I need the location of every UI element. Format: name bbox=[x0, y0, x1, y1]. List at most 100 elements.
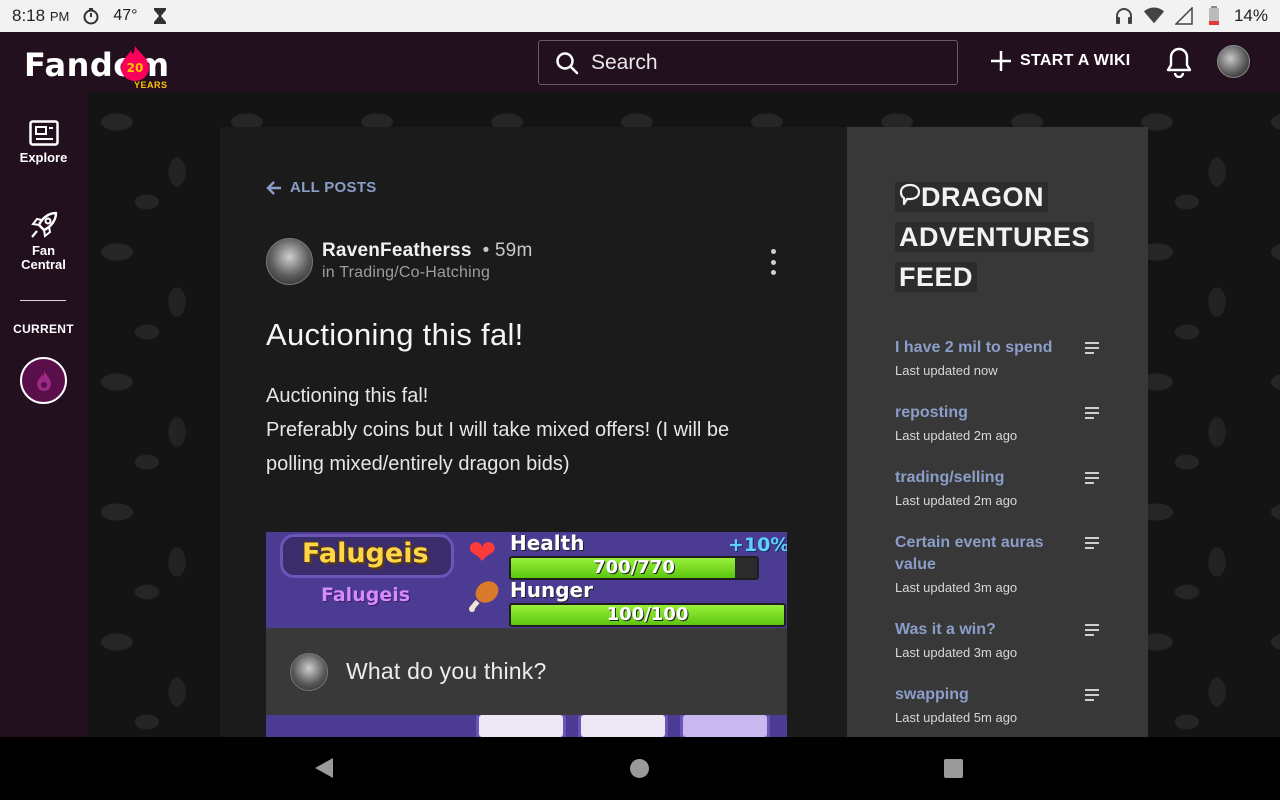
feed-item[interactable]: reposting Last updated 2m ago bbox=[895, 402, 1105, 443]
feed-item[interactable]: Certain event auras value Last updated 3… bbox=[895, 532, 1105, 595]
logo-flame-icon: 20 bbox=[121, 46, 149, 81]
heart-icon: ❤ bbox=[468, 534, 497, 572]
feed-list: I have 2 mil to spend Last updated now r… bbox=[895, 337, 1105, 737]
post-category[interactable]: in Trading/Co-Hatching bbox=[322, 264, 490, 282]
recent-apps-icon[interactable] bbox=[944, 759, 963, 778]
top-navigation: Fandom 20 YEARS START A WIKI bbox=[0, 32, 1280, 92]
health-bar: 700/770 bbox=[509, 556, 759, 580]
search-input[interactable] bbox=[591, 50, 931, 75]
rail-current-label: CURRENT bbox=[13, 322, 74, 336]
feed-item-title[interactable]: Certain event auras value bbox=[895, 532, 1065, 576]
battery-icon bbox=[1204, 6, 1224, 26]
status-time: 8:18 PM bbox=[12, 6, 70, 25]
drumstick-icon bbox=[469, 581, 499, 612]
hunger-value: 100/100 bbox=[606, 604, 689, 625]
feed-item-title[interactable]: Was it a win? bbox=[895, 619, 1065, 641]
signal-icon bbox=[1174, 6, 1194, 26]
feed-item-updated: Last updated 5m ago bbox=[895, 710, 1018, 725]
dragon-subname: Falugeis bbox=[321, 584, 411, 606]
feed-item-title[interactable]: reposting bbox=[895, 402, 1065, 424]
post-time: • 59m bbox=[477, 240, 533, 261]
health-label: Health bbox=[510, 532, 585, 555]
feed-item-updated: Last updated 2m ago bbox=[895, 428, 1018, 443]
comment-avatar bbox=[290, 652, 328, 691]
post-title: Auctioning this fal! bbox=[266, 317, 524, 352]
text-lines-icon bbox=[1085, 537, 1099, 549]
feed-item[interactable]: Was it a win? Last updated 3m ago bbox=[895, 619, 1105, 660]
all-posts-label: ALL POSTS bbox=[290, 179, 377, 196]
text-lines-icon bbox=[1085, 342, 1099, 354]
notifications-button[interactable] bbox=[1166, 46, 1192, 83]
user-avatar[interactable] bbox=[1217, 45, 1250, 78]
arrow-left-icon bbox=[266, 180, 281, 195]
feed-item-updated: Last updated 2m ago bbox=[895, 493, 1018, 508]
post-author-row: RavenFeatherss • 59m in Trading/Co-Hatch… bbox=[266, 237, 786, 287]
speech-bubble-icon bbox=[899, 183, 921, 206]
current-wiki-button[interactable] bbox=[20, 357, 67, 404]
feed-item-updated: Last updated now bbox=[895, 363, 998, 378]
text-lines-icon bbox=[1085, 624, 1099, 636]
logo-badge: 20 bbox=[127, 61, 144, 75]
text-lines-icon bbox=[1085, 472, 1099, 484]
battery-percent: 14% bbox=[1233, 6, 1268, 25]
hourglass-icon bbox=[150, 6, 170, 26]
post-body: Auctioning this fal! Preferably coins bu… bbox=[266, 379, 786, 481]
timer-icon bbox=[81, 6, 101, 26]
search-box[interactable] bbox=[538, 40, 958, 85]
all-posts-link[interactable]: ALL POSTS bbox=[266, 179, 377, 196]
search-icon bbox=[556, 51, 579, 74]
back-icon[interactable] bbox=[314, 757, 334, 779]
home-icon[interactable] bbox=[630, 759, 649, 778]
hunger-bar: 100/100 bbox=[509, 603, 786, 627]
feed-title: DRAGON ADVENTURES FEED bbox=[895, 177, 1125, 297]
headphones-icon bbox=[1114, 6, 1134, 26]
feed-item[interactable]: trading/selling Last updated 2m ago bbox=[895, 467, 1105, 508]
feed-item-title[interactable]: swapping bbox=[895, 684, 1065, 706]
dragon-name: Falugeis bbox=[302, 538, 429, 569]
start-a-wiki-button[interactable]: START A WIKI bbox=[990, 50, 1131, 72]
comment-placeholder[interactable]: What do you think? bbox=[346, 658, 547, 685]
post-body-line-2: Preferably coins but I will take mixed o… bbox=[266, 419, 730, 475]
text-lines-icon bbox=[1085, 407, 1099, 419]
image-slot bbox=[578, 712, 668, 737]
wiki-flame-icon bbox=[36, 370, 51, 391]
feed-header: DRAGON ADVENTURES FEED bbox=[895, 177, 1125, 297]
logo-years: YEARS bbox=[134, 80, 168, 90]
health-bonus: +10% bbox=[728, 534, 787, 556]
rail-divider bbox=[20, 300, 66, 301]
feed-item[interactable]: I have 2 mil to spend Last updated now bbox=[895, 337, 1105, 378]
fandom-logo[interactable]: Fandom 20 YEARS bbox=[24, 40, 184, 90]
rail-explore-label: Explore bbox=[19, 150, 68, 165]
discussion-feed: DRAGON ADVENTURES FEED I have 2 mil to s… bbox=[847, 127, 1148, 737]
rocket-icon bbox=[30, 211, 57, 238]
rail-fan-label-1: Fan bbox=[31, 243, 56, 258]
plus-icon bbox=[991, 51, 1011, 71]
post-body-line-1: Auctioning this fal! bbox=[266, 385, 429, 407]
feed-item-title[interactable]: I have 2 mil to spend bbox=[895, 337, 1065, 359]
feed-item-updated: Last updated 3m ago bbox=[895, 580, 1018, 595]
rail-fan-label-2: Central bbox=[21, 257, 66, 272]
feed-item[interactable]: swapping Last updated 5m ago bbox=[895, 684, 1105, 725]
comment-box[interactable]: What do you think? bbox=[266, 628, 787, 715]
status-bar: 8:18 PM 47° 14% bbox=[0, 0, 1280, 32]
feed-item-updated: Last updated 3m ago bbox=[895, 645, 1018, 660]
wifi-icon bbox=[1143, 6, 1164, 26]
left-rail: Explore Fan Central CURRENT bbox=[0, 92, 87, 737]
status-temperature: 47° bbox=[113, 7, 138, 24]
start-a-wiki-label: START A WIKI bbox=[1020, 52, 1131, 69]
explore-icon bbox=[28, 120, 59, 146]
text-lines-icon bbox=[1085, 689, 1099, 701]
feed-item-title[interactable]: trading/selling bbox=[895, 467, 1065, 489]
health-value: 700/770 bbox=[593, 557, 675, 578]
image-slot bbox=[680, 712, 770, 737]
hunger-label: Hunger bbox=[510, 578, 593, 602]
rail-fan-central[interactable]: Fan Central bbox=[0, 210, 87, 272]
post-options-icon[interactable] bbox=[766, 247, 780, 277]
image-slot bbox=[476, 712, 566, 737]
android-nav-bar bbox=[0, 737, 1280, 800]
bell-icon bbox=[1166, 47, 1192, 79]
author-name[interactable]: RavenFeatherss • 59m bbox=[322, 240, 532, 262]
post-card: ALL POSTS RavenFeatherss • 59m in Tradin… bbox=[220, 127, 847, 737]
rail-explore[interactable]: Explore bbox=[0, 120, 87, 165]
author-avatar[interactable] bbox=[266, 238, 313, 285]
